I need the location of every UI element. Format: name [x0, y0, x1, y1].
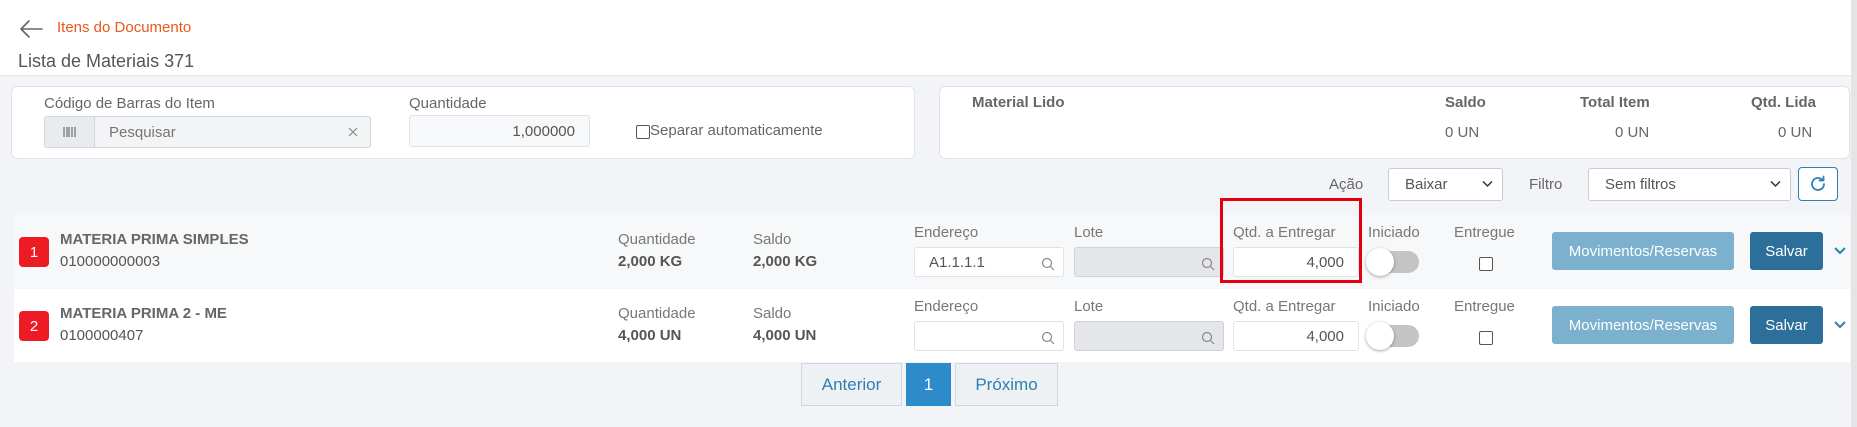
qtd-entregar-label: Qtd. a Entregar [1233, 298, 1336, 315]
quantity-input[interactable] [409, 115, 590, 147]
entregue-label: Entregue [1454, 298, 1515, 315]
refresh-button[interactable] [1798, 167, 1838, 201]
toggle-knob [1366, 248, 1394, 276]
scan-card: Código de Barras do Item Quantidade Sepa… [11, 86, 915, 159]
lote-field[interactable] [1074, 247, 1224, 277]
quantidade-label: Quantidade [618, 231, 696, 248]
iniciado-toggle[interactable] [1366, 248, 1419, 276]
iniciado-label: Iniciado [1368, 298, 1420, 315]
qtd-lida-label: Qtd. Lida [1751, 94, 1816, 111]
acao-select[interactable]: Baixar [1388, 168, 1503, 201]
chevron-down-icon[interactable] [1832, 317, 1848, 333]
acao-select-value: Baixar [1405, 176, 1448, 193]
refresh-icon [1811, 175, 1825, 191]
lote-label: Lote [1074, 224, 1104, 241]
item-name: MATERIA PRIMA SIMPLES [60, 231, 249, 248]
auto-separate-checkbox[interactable] [636, 125, 650, 139]
barcode-label: Código de Barras do Item [44, 95, 215, 112]
entregue-checkbox[interactable] [1479, 257, 1493, 271]
lote-field[interactable] [1074, 321, 1224, 351]
total-item-label: Total Item [1580, 94, 1650, 111]
endereco-label: Endereço [914, 224, 979, 241]
qtd-lida-value: 0 UN [1778, 124, 1813, 141]
barcode-search-input[interactable] [95, 117, 345, 147]
arrow-left-icon[interactable] [18, 16, 44, 42]
list-item: 1 MATERIA PRIMA SIMPLES 010000000003 Qua… [14, 215, 1850, 288]
endereco-field[interactable] [914, 321, 1064, 351]
breadcrumb-link[interactable]: Itens do Documento [57, 19, 191, 36]
acao-label: Ação [1329, 176, 1364, 193]
saldo-value: 2,000 KG [753, 253, 818, 270]
qtd-entregar-value: 4,000 [1306, 328, 1344, 345]
barcode-scan-button[interactable] [45, 117, 95, 147]
clear-icon[interactable] [346, 125, 360, 139]
chevron-down-icon [1770, 180, 1781, 188]
chevron-down-icon[interactable] [1832, 243, 1848, 259]
item-index-badge: 1 [19, 237, 49, 267]
quantidade-label: Quantidade [618, 305, 696, 322]
saldo-value: 4,000 UN [753, 327, 817, 344]
item-code: 0100000407 [60, 327, 144, 344]
search-icon[interactable] [1201, 257, 1215, 271]
search-icon[interactable] [1041, 257, 1055, 271]
endereco-label: Endereço [914, 298, 979, 315]
total-item-value: 0 UN [1615, 124, 1650, 141]
entregue-label: Entregue [1454, 224, 1515, 241]
pagination: Anterior 1 Próximo [801, 363, 1058, 406]
iniciado-toggle[interactable] [1366, 322, 1419, 350]
filtro-select[interactable]: Sem filtros [1588, 168, 1791, 201]
auto-separate-label[interactable]: Separar automaticamente [650, 122, 823, 139]
material-lido-label: Material Lido [972, 94, 1065, 111]
entregue-checkbox[interactable] [1479, 331, 1493, 345]
summary-card: Material Lido Saldo 0 UN Total Item 0 UN… [939, 86, 1850, 159]
movimentos-reservas-button[interactable]: Movimentos/Reservas [1552, 232, 1734, 270]
page-header: Itens do Documento Lista de Materiais 37… [0, 0, 1851, 76]
movimentos-reservas-button[interactable]: Movimentos/Reservas [1552, 306, 1734, 344]
iniciado-label: Iniciado [1368, 224, 1420, 241]
lote-label: Lote [1074, 298, 1104, 315]
search-icon[interactable] [1041, 331, 1055, 345]
barcode-icon [63, 127, 75, 137]
filtro-label: Filtro [1529, 176, 1563, 193]
list-item: 2 MATERIA PRIMA 2 - ME 0100000407 Quanti… [14, 289, 1850, 362]
next-page-button[interactable]: Próximo [955, 363, 1058, 406]
saldo-label: Saldo [753, 305, 792, 322]
saldo-value: 0 UN [1445, 124, 1480, 141]
saldo-label: Saldo [753, 231, 792, 248]
toggle-knob [1366, 322, 1394, 350]
salvar-button[interactable]: Salvar [1750, 306, 1823, 344]
item-index-badge: 2 [19, 311, 49, 341]
quantidade-value: 4,000 UN [618, 327, 682, 344]
search-icon[interactable] [1201, 331, 1215, 345]
highlight-box [1220, 198, 1362, 283]
scrollbar[interactable] [1851, 0, 1857, 427]
page-title: Lista de Materiais 371 [18, 51, 195, 71]
chevron-down-icon [1482, 180, 1493, 188]
quantidade-value: 2,000 KG [618, 253, 683, 270]
endereco-value: A1.1.1.1 [929, 254, 985, 271]
barcode-search-group [44, 116, 371, 148]
filtro-select-value: Sem filtros [1605, 176, 1676, 193]
item-name: MATERIA PRIMA 2 - ME [60, 305, 227, 322]
salvar-button[interactable]: Salvar [1750, 232, 1823, 270]
item-code: 010000000003 [60, 253, 161, 270]
qtd-entregar-field[interactable]: 4,000 [1233, 321, 1359, 351]
previous-page-button[interactable]: Anterior [801, 363, 902, 406]
quantity-label: Quantidade [409, 95, 487, 112]
endereco-field[interactable]: A1.1.1.1 [914, 247, 1064, 277]
saldo-label: Saldo [1445, 94, 1486, 111]
page-button-current[interactable]: 1 [906, 363, 951, 406]
